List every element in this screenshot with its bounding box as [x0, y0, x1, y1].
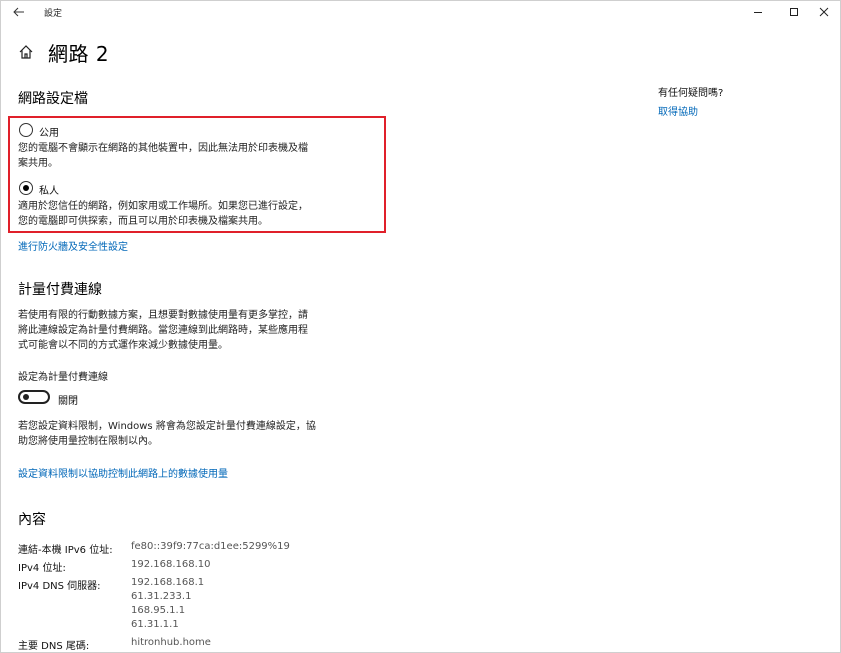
back-button[interactable]	[6, 2, 32, 22]
minimize-button[interactable]	[740, 0, 776, 24]
radio-private-label[interactable]: 私人	[39, 182, 59, 197]
prop-value-ipv6: fe80::39f9:77ca:d1ee:5299%19	[131, 540, 290, 554]
prop-value-line: 192.168.168.1	[131, 577, 205, 588]
metered-description-line: 式可能會以不同的方式運作來減少數據使用量。	[18, 340, 228, 351]
public-description: 您的電腦不會顯示在網路的其他裝置中，因此無法用於印表機及檔 案共用。	[18, 141, 308, 171]
limit-note-line: 助您將使用量控制在限制以內。	[18, 436, 158, 447]
private-description: 適用於您信任的網路，例如家用或工作場所。如果您已進行設定， 您的電腦即可供探索，…	[18, 199, 308, 229]
prop-key-ipv6: 連結-本機 IPv6 位址:	[18, 545, 113, 556]
help-heading: 有任何疑問嗎?	[658, 88, 724, 99]
prop-value-line: 192.168.168.10	[131, 559, 211, 570]
page-title: 網路 2	[48, 42, 110, 66]
public-description-line: 案共用。	[18, 158, 58, 169]
close-icon	[819, 7, 829, 17]
maximize-icon	[790, 8, 798, 16]
minimize-icon	[754, 12, 762, 13]
private-description-line: 您的電腦即可供探索，而且可以用於印表機及檔案共用。	[18, 216, 268, 227]
title-bar: 設定	[0, 0, 841, 26]
metered-description-line: 若使用有限的行動數據方案，且想要對數據使用量有更多掌控，請	[18, 310, 308, 321]
metered-description-line: 將此連線設定為計量付費網路。當您連線到此網路時，某些應用程	[18, 325, 308, 336]
network-profile-heading: 網路設定檔	[18, 91, 88, 107]
window-title: 設定	[44, 9, 63, 19]
data-limit-link[interactable]: 設定資料限制以協助控制此網路上的數據使用量	[18, 465, 228, 480]
properties-heading: 內容	[18, 512, 46, 528]
public-description-line: 您的電腦不會顯示在網路的其他裝置中，因此無法用於印表機及檔	[18, 143, 308, 154]
radio-public-label[interactable]: 公用	[39, 124, 59, 139]
prop-key-ipv4: IPv4 位址:	[18, 563, 66, 574]
arrow-left-icon	[13, 7, 24, 17]
metered-description: 若使用有限的行動數據方案，且想要對數據使用量有更多掌控，請 將此連線設定為計量付…	[18, 308, 308, 353]
firewall-settings-link[interactable]: 進行防火牆及安全性設定	[18, 238, 128, 253]
prop-key-dns: IPv4 DNS 伺服器:	[18, 581, 101, 592]
prop-value-dns: 192.168.168.1 61.31.233.1 168.95.1.1 61.…	[131, 576, 204, 632]
prop-value-dns-suffix: hitronhub.home	[131, 636, 211, 650]
metered-heading: 計量付費連線	[18, 282, 102, 298]
prop-value-line: 61.31.1.1	[131, 619, 179, 630]
prop-value-line: 168.95.1.1	[131, 605, 186, 616]
prop-value-line: 61.31.233.1	[131, 591, 192, 602]
radio-public[interactable]	[19, 123, 33, 137]
get-help-link[interactable]: 取得協助	[658, 103, 698, 118]
limit-note-line: 若您設定資料限制，Windows 將會為您設定計量付費連線設定，協	[18, 421, 316, 432]
private-description-line: 適用於您信任的網路，例如家用或工作場所。如果您已進行設定，	[18, 201, 308, 212]
prop-key-dns-suffix: 主要 DNS 尾碼:	[18, 641, 90, 652]
prop-value-ipv4: 192.168.168.10	[131, 558, 211, 572]
prop-value-line: fe80::39f9:77ca:d1ee:5299%19	[131, 541, 290, 552]
limit-note: 若您設定資料限制，Windows 將會為您設定計量付費連線設定，協 助您將使用量…	[18, 419, 316, 449]
radio-private[interactable]	[19, 181, 33, 195]
home-icon[interactable]	[18, 44, 34, 60]
close-button[interactable]	[806, 0, 841, 24]
metered-toggle-state: 關閉	[58, 396, 78, 407]
metered-toggle[interactable]	[18, 390, 50, 404]
toggle-knob	[23, 394, 29, 400]
prop-value-line: hitronhub.home	[131, 637, 211, 648]
metered-toggle-caption: 設定為計量付費連線	[18, 372, 108, 383]
